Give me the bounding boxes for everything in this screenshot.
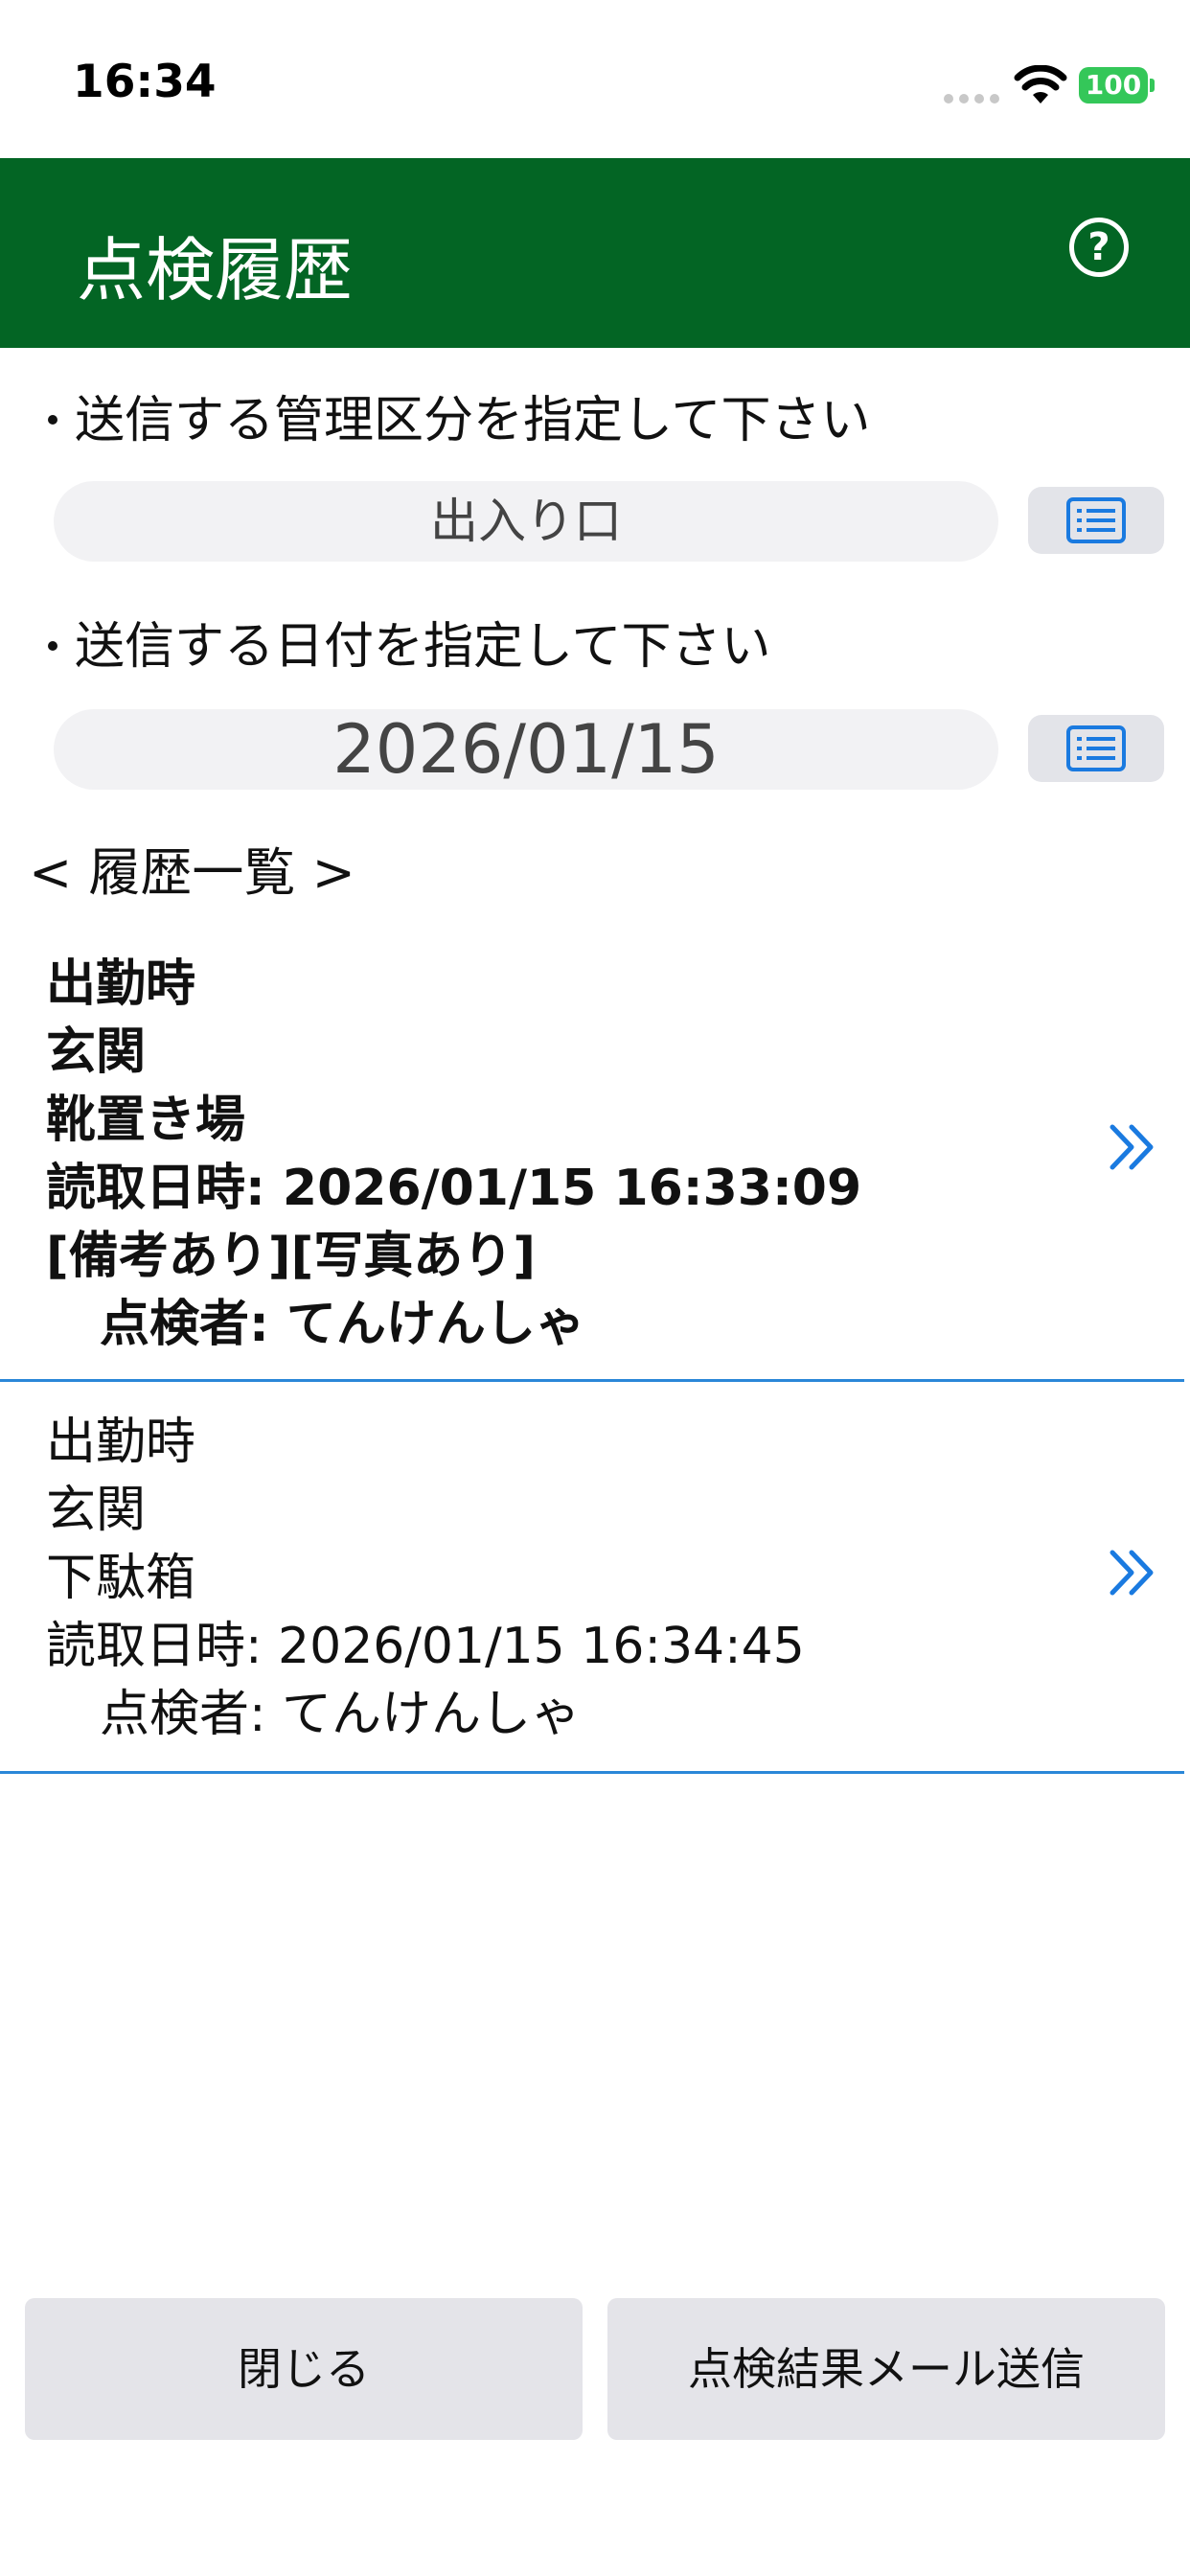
- item-timing: 出勤時: [46, 1414, 196, 1471]
- list-icon: [1066, 725, 1126, 771]
- history-item-1[interactable]: 出勤時 玄関 靴置き場 読取日時: 2026/01/15 16:33:09 [備…: [0, 951, 1184, 1359]
- help-icon[interactable]: ?: [1069, 218, 1129, 277]
- chevron-double-right-icon[interactable]: [1107, 1547, 1158, 1598]
- status-time: 16:34: [73, 56, 217, 108]
- item-location: 玄関: [46, 1024, 147, 1081]
- bullet-icon: [48, 415, 57, 425]
- item-read-time: 読取日時: 2026/01/15 16:33:09: [46, 1160, 862, 1217]
- history-item-2[interactable]: 出勤時 玄関 下駄箱 読取日時: 2026/01/15 16:34:45 点検者…: [0, 1409, 1184, 1749]
- battery-icon: 100: [1079, 67, 1148, 104]
- status-bar: 16:34 100: [0, 0, 1190, 158]
- date-field[interactable]: 2026/01/15: [54, 709, 998, 790]
- history-title: < 履歴一覧 >: [29, 842, 355, 903]
- list-icon: [1066, 497, 1126, 543]
- item-read-time: 読取日時: 2026/01/15 16:34:45: [46, 1618, 805, 1675]
- item-notes: [備考あり][写真あり]: [46, 1228, 537, 1285]
- app-header: 点検履歴 ?: [0, 158, 1190, 348]
- divider: [0, 1379, 1184, 1382]
- bullet-icon: [48, 641, 57, 651]
- date-label: 送信する日付を指定して下さい: [38, 606, 770, 678]
- division-field[interactable]: 出入り口: [54, 481, 998, 562]
- item-timing: 出勤時: [46, 955, 196, 1013]
- item-location: 玄関: [46, 1482, 147, 1539]
- item-point: 下駄箱: [46, 1550, 196, 1607]
- item-point: 靴置き場: [46, 1092, 246, 1149]
- cellular-signal-icon: [944, 94, 999, 105]
- divider: [0, 1771, 1184, 1774]
- close-button[interactable]: 閉じる: [25, 2298, 583, 2440]
- item-inspector: 点検者: てんけんしゃ: [100, 1296, 585, 1353]
- item-inspector: 点検者: てんけんしゃ: [100, 1686, 582, 1743]
- wifi-icon: [1014, 65, 1067, 104]
- send-mail-button[interactable]: 点検結果メール送信: [607, 2298, 1165, 2440]
- chevron-double-right-icon[interactable]: [1107, 1121, 1158, 1173]
- battery-tip: [1150, 79, 1155, 92]
- date-list-button[interactable]: [1028, 715, 1164, 782]
- page-title: 点検履歴: [77, 230, 354, 310]
- division-label: 送信する管理区分を指定して下さい: [38, 380, 870, 451]
- division-list-button[interactable]: [1028, 487, 1164, 554]
